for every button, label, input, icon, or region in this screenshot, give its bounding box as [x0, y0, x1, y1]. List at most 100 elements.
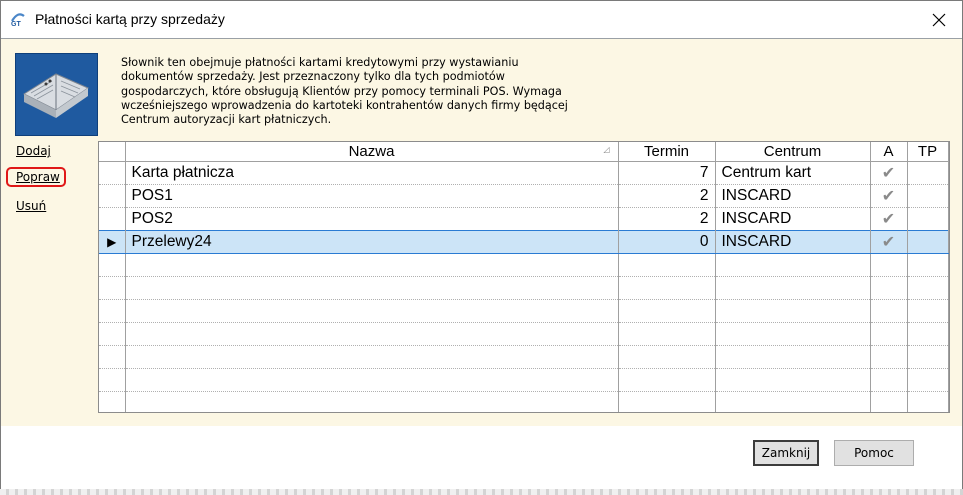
- cell-centrum: Centrum kart: [715, 161, 871, 185]
- cell-centrum: INSCARD: [715, 184, 871, 208]
- empty-cell: [715, 391, 871, 412]
- cell-tp: [907, 207, 949, 231]
- column-header-label: Nazwa: [348, 143, 395, 160]
- check-icon: ✔: [870, 230, 908, 254]
- row-indicator: [99, 161, 126, 185]
- cell-nazwa: POS2: [125, 207, 619, 231]
- empty-cell: [618, 391, 716, 412]
- empty-cell: [618, 276, 716, 300]
- empty-cell: [870, 391, 908, 412]
- title-bar: GT Płatności kartą przy sprzedaży: [1, 1, 962, 38]
- empty-cell: [618, 345, 716, 369]
- empty-cell: [870, 368, 908, 392]
- cell-termin: 0: [618, 230, 716, 254]
- cell-termin: 7: [618, 161, 716, 185]
- empty-cell: [907, 299, 949, 323]
- empty-cell: [907, 253, 949, 277]
- empty-row: [99, 345, 949, 369]
- window-title: Płatności kartą przy sprzedaży: [35, 11, 225, 27]
- empty-cell: [715, 253, 871, 277]
- empty-cell: [907, 322, 949, 346]
- empty-cell: [618, 322, 716, 346]
- book-icon: [15, 53, 98, 136]
- close-button[interactable]: Zamknij: [753, 440, 819, 466]
- empty-cell: [618, 368, 716, 392]
- empty-row: [99, 276, 949, 300]
- dialog-footer: Zamknij Pomoc: [1, 426, 962, 494]
- empty-cell: [125, 391, 619, 412]
- empty-cell: [907, 368, 949, 392]
- row-indicator: [99, 184, 126, 208]
- header-row: Nazwa ◿ Termin Centrum A TP: [99, 142, 949, 162]
- empty-cell: [715, 368, 871, 392]
- empty-cell: [125, 368, 619, 392]
- empty-cell: [99, 253, 126, 277]
- edit-link[interactable]: Popraw: [16, 170, 60, 184]
- empty-cell: [715, 322, 871, 346]
- empty-cell: [125, 276, 619, 300]
- column-header-nazwa[interactable]: Nazwa ◿: [125, 142, 619, 162]
- row-indicator: ▶: [99, 230, 126, 254]
- cell-centrum: INSCARD: [715, 207, 871, 231]
- empty-cell: [870, 345, 908, 369]
- empty-cell: [715, 299, 871, 323]
- empty-row: [99, 391, 949, 412]
- cell-nazwa: Przelewy24: [125, 230, 619, 254]
- svg-text:GT: GT: [11, 21, 21, 28]
- column-header-termin[interactable]: Termin: [618, 142, 716, 162]
- empty-cell: [99, 391, 126, 412]
- help-button[interactable]: Pomoc: [834, 440, 914, 466]
- empty-row: [99, 253, 949, 277]
- empty-cell: [618, 299, 716, 323]
- check-icon: ✔: [870, 161, 908, 185]
- column-header-a[interactable]: A: [870, 142, 908, 162]
- empty-cell: [715, 345, 871, 369]
- cell-nazwa: POS1: [125, 184, 619, 208]
- delete-link[interactable]: Usuń: [16, 199, 46, 213]
- empty-cell: [99, 322, 126, 346]
- cell-centrum: INSCARD: [715, 230, 871, 254]
- row-indicator: [99, 207, 126, 231]
- table-row[interactable]: ▶ Przelewy24 0 INSCARD ✔: [99, 230, 949, 254]
- check-icon: ✔: [870, 184, 908, 208]
- payments-table: Nazwa ◿ Termin Centrum A TP Karta płatni…: [99, 142, 949, 412]
- dialog-window: GT Płatności kartą przy sprzedaży Słowni…: [0, 0, 963, 495]
- empty-cell: [715, 276, 871, 300]
- empty-row: [99, 299, 949, 323]
- screenshot-edge: [0, 489, 963, 495]
- table-row[interactable]: POS2 2 INSCARD ✔: [99, 207, 949, 231]
- check-icon: ✔: [870, 207, 908, 231]
- empty-cell: [870, 299, 908, 323]
- dictionary-description: Słownik ten obejmuje płatności kartami k…: [121, 56, 568, 127]
- column-header-centrum[interactable]: Centrum: [715, 142, 871, 162]
- empty-cell: [618, 253, 716, 277]
- empty-cell: [125, 299, 619, 323]
- empty-row: [99, 322, 949, 346]
- empty-row: [99, 368, 949, 392]
- add-link[interactable]: Dodaj: [16, 144, 51, 158]
- payments-grid[interactable]: Nazwa ◿ Termin Centrum A TP Karta płatni…: [98, 141, 950, 413]
- empty-cell: [907, 345, 949, 369]
- close-window-button[interactable]: [916, 1, 962, 38]
- gt-logo-icon: GT: [11, 13, 25, 28]
- cell-termin: 2: [618, 207, 716, 231]
- empty-cell: [99, 368, 126, 392]
- empty-cell: [870, 322, 908, 346]
- column-header-indicator: [99, 142, 126, 162]
- empty-cell: [99, 276, 126, 300]
- cell-tp: [907, 184, 949, 208]
- empty-cell: [870, 253, 908, 277]
- sort-icon: ◿: [603, 145, 610, 154]
- empty-cell: [99, 345, 126, 369]
- cell-tp: [907, 161, 949, 185]
- empty-cell: [870, 276, 908, 300]
- cell-termin: 2: [618, 184, 716, 208]
- table-row[interactable]: POS1 2 INSCARD ✔: [99, 184, 949, 208]
- column-header-tp[interactable]: TP: [907, 142, 949, 162]
- empty-cell: [125, 345, 619, 369]
- cell-nazwa: Karta płatnicza: [125, 161, 619, 185]
- empty-cell: [125, 322, 619, 346]
- table-row[interactable]: Karta płatnicza 7 Centrum kart ✔: [99, 161, 949, 185]
- empty-cell: [907, 276, 949, 300]
- empty-cell: [99, 299, 126, 323]
